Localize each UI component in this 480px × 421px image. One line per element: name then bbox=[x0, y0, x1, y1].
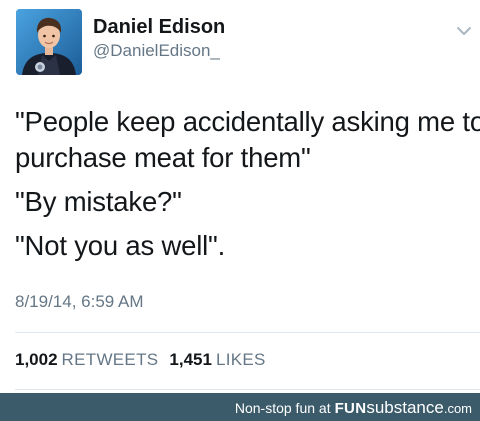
tweet-line: "By mistake?" bbox=[15, 186, 182, 217]
likes-count: 1,451 bbox=[169, 350, 212, 369]
tweet-line: purchase meat for them" bbox=[15, 142, 311, 173]
avatar[interactable] bbox=[16, 9, 82, 75]
footer-brand-domain: .com bbox=[443, 401, 472, 416]
retweets-label: RETWEETS bbox=[61, 350, 159, 369]
retweets-count: 1,002 bbox=[15, 350, 58, 369]
footer-brand-sub: substance bbox=[366, 398, 444, 417]
footer-tagline: Non-stop fun at bbox=[234, 400, 331, 416]
divider bbox=[15, 389, 480, 390]
likes-stat[interactable]: 1,451 LIKES bbox=[169, 350, 265, 369]
user-handle[interactable]: @DanielEdison_ bbox=[93, 41, 220, 61]
tweet-line: "Not you as well". bbox=[15, 230, 226, 261]
chevron-down-icon[interactable] bbox=[455, 24, 473, 38]
tweet-timestamp[interactable]: 8/19/14, 6:59 AM bbox=[15, 292, 144, 312]
footer-banner: Non-stop fun at FUNsubstance.com bbox=[0, 393, 480, 421]
retweets-stat[interactable]: 1,002 RETWEETS bbox=[15, 350, 158, 369]
likes-label: LIKES bbox=[215, 350, 266, 369]
tweet-text: "People keep accidentally asking me to p… bbox=[15, 104, 480, 264]
display-name[interactable]: Daniel Edison bbox=[93, 16, 225, 39]
tweet-line: "People keep accidentally asking me to bbox=[15, 106, 480, 137]
footer-watermark[interactable]: Non-stop fun at FUNsubstance.com bbox=[235, 398, 472, 418]
footer-brand-bold: FUN bbox=[334, 400, 367, 417]
avatar-image bbox=[16, 9, 82, 75]
tweet-stats: 1,002 RETWEETS 1,451 LIKES bbox=[15, 350, 266, 370]
divider bbox=[15, 332, 480, 333]
tweet-card: Daniel Edison @DanielEdison_ "People kee… bbox=[0, 0, 480, 393]
